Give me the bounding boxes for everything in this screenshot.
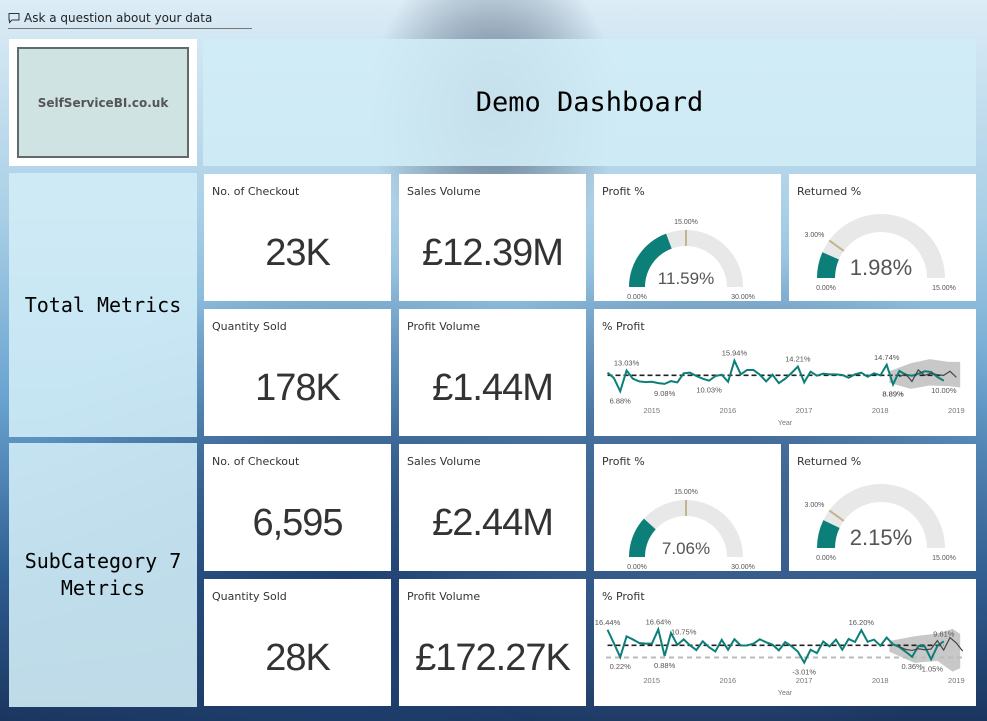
data-label: 16.20%	[849, 618, 875, 627]
gauge-max-label: 30.00%	[731, 564, 755, 571]
line-chart: 13.03% 6.88% 9.08% 15.94% 10.03% 14.21% 8.89% 1…	[606, 349, 965, 427]
gauge-target-label: 15.00%	[674, 489, 698, 496]
gauge-value: 1.98%	[850, 255, 912, 280]
x-axis-label: Year	[778, 690, 793, 697]
profit-gauge-card[interactable]: Profit % 15.00% 0.00% 30.00% 7.06%	[594, 444, 781, 571]
data-label: 15.94%	[722, 349, 748, 358]
x-tick-label: 2018	[872, 676, 889, 685]
card-value: 178K	[255, 367, 341, 409]
x-tick-label: 2016	[720, 676, 737, 685]
card-sales-volume[interactable]: Sales Volume £2.44M	[399, 444, 586, 571]
data-label: 9.61%	[933, 629, 955, 638]
gauge: 15.00% 0.00% 30.00% 11.59%	[627, 219, 755, 301]
card-label: No. of Checkout	[212, 185, 300, 198]
data-label: 14.21%	[785, 355, 811, 364]
x-tick-label: 2015	[643, 676, 660, 685]
data-label: 0.22%	[610, 662, 632, 671]
x-tick-label: 2015	[643, 406, 660, 415]
gauge-value: 7.06%	[662, 539, 710, 558]
gauge-target-label: 15.00%	[674, 219, 698, 226]
profit-trend-chart[interactable]: % Profit 13.03% 6.88% 9.08% 15.94% 10.03% 14.…	[594, 309, 976, 436]
data-label: 10.75%	[671, 627, 697, 636]
gauge: 3.00% 0.00% 15.00% 2.15%	[805, 484, 956, 562]
card-label: Profit Volume	[407, 320, 481, 333]
card-value: 28K	[265, 637, 331, 679]
gauge: 3.00% 0.00% 15.00% 1.98%	[805, 214, 956, 292]
data-label: 9.08%	[654, 389, 676, 398]
card-quantity-sold[interactable]: Quantity Sold 178K	[204, 309, 391, 436]
card-value: £2.44M	[432, 502, 554, 544]
card-value: £172.27K	[415, 637, 571, 679]
x-tick-label: 2016	[720, 406, 737, 415]
card-value: £12.39M	[422, 232, 564, 274]
card-value: £1.44M	[432, 367, 554, 409]
card-checkout[interactable]: No. of Checkout 6,595	[204, 444, 391, 571]
gauge-max-label: 30.00%	[731, 294, 755, 301]
gauge-target-label: 3.00%	[805, 502, 825, 509]
gauge-min-label: 0.00%	[627, 564, 647, 571]
section-title: Total Metrics	[24, 292, 182, 317]
data-label: 16.44%	[595, 618, 621, 627]
card-value: 23K	[265, 232, 331, 274]
logo: SelfServiceBI.co.uk	[17, 47, 189, 158]
card-sales-volume[interactable]: Sales Volume £12.39M	[399, 174, 586, 301]
gauge-min-label: 0.00%	[627, 294, 647, 301]
gauge-target-label: 3.00%	[805, 232, 825, 239]
gauge-max-label: 15.00%	[932, 285, 956, 292]
gauge-max-label: 15.00%	[932, 555, 956, 562]
card-label: Sales Volume	[407, 185, 481, 198]
data-label: 13.03%	[614, 359, 640, 368]
card-label: No. of Checkout	[212, 455, 300, 468]
section-label-subcategory[interactable]: SubCategory 7 Metrics	[9, 443, 197, 707]
data-label: 8.89%	[882, 389, 904, 398]
returned-gauge-card[interactable]: Returned % 3.00% 0.00% 15.00% 2.15%	[789, 444, 976, 571]
gauge-value: 2.15%	[850, 525, 912, 550]
returned-gauge-card[interactable]: Returned % 3.00% 0.00% 15.00% 1.98%	[789, 174, 976, 301]
x-axis-label: Year	[778, 420, 793, 427]
gauge-value: 11.59%	[658, 269, 714, 288]
speech-bubble-icon	[8, 12, 20, 24]
page-title: Demo Dashboard	[475, 87, 704, 118]
x-tick-label: 2017	[796, 676, 813, 685]
card-profit-volume[interactable]: Profit Volume £1.44M	[399, 309, 586, 436]
profit-gauge-card[interactable]: Profit % 15.00% 0.00% 30.00% 11.59%	[594, 174, 781, 301]
x-tick-label: 2018	[872, 406, 889, 415]
data-label: 14.74%	[874, 353, 900, 362]
card-label: Quantity Sold	[212, 590, 287, 603]
logo-text: SelfServiceBI.co.uk	[37, 95, 169, 110]
qa-question-input[interactable]: Ask a question about your data	[8, 8, 252, 29]
data-label: 6.88%	[610, 396, 632, 405]
card-label: Profit Volume	[407, 590, 481, 603]
card-value: 6,595	[252, 502, 343, 544]
x-tick-label: 2019	[948, 406, 965, 415]
data-label: 10.03%	[696, 386, 722, 395]
forecast-band	[889, 359, 961, 389]
x-tick-label: 2019	[948, 676, 965, 685]
section-title: SubCategory 7 Metrics	[24, 549, 182, 600]
data-label: 10.00%	[931, 386, 957, 395]
gauge-min-label: 0.00%	[816, 285, 836, 292]
profit-trend-chart[interactable]: % Profit 16.44% 0.22% 16.64% 0.88% 10.75% -3.…	[594, 579, 976, 706]
card-checkout[interactable]: No. of Checkout 23K	[204, 174, 391, 301]
card-profit-volume[interactable]: Profit Volume £172.27K	[399, 579, 586, 706]
line-chart: 16.44%0.22%16.64%0.88%10.75%-3.01%16.20%…	[595, 617, 965, 697]
card-label: Quantity Sold	[212, 320, 287, 333]
data-label: 0.88%	[654, 661, 676, 670]
section-label-total[interactable]: Total Metrics	[9, 173, 197, 437]
logo-tile[interactable]: SelfServiceBI.co.uk	[9, 39, 197, 166]
x-tick-label: 2017	[796, 406, 813, 415]
card-quantity-sold[interactable]: Quantity Sold 28K	[204, 579, 391, 706]
title-tile[interactable]: Demo Dashboard	[203, 39, 976, 166]
data-label: -1.05%	[919, 664, 943, 673]
gauge: 15.00% 0.00% 30.00% 7.06%	[627, 489, 755, 571]
card-label: Sales Volume	[407, 455, 481, 468]
data-label: 16.64%	[646, 617, 672, 626]
gauge-min-label: 0.00%	[816, 555, 836, 562]
qa-placeholder: Ask a question about your data	[24, 11, 213, 25]
